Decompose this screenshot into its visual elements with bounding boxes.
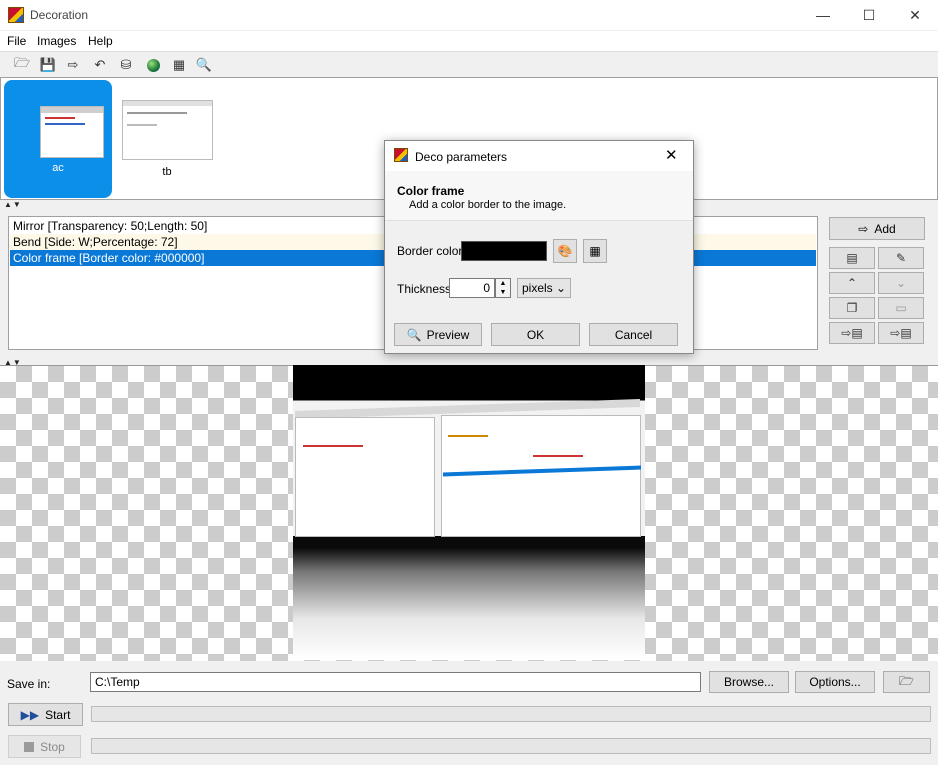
- thumbnail-label: tb: [162, 166, 172, 178]
- trash-icon: ▭: [895, 301, 907, 315]
- dialog-description: Add a color border to the image.: [409, 199, 567, 211]
- globe-icon[interactable]: [142, 55, 164, 75]
- close-button[interactable]: ✕: [892, 0, 938, 30]
- export-icon[interactable]: ⇨: [62, 55, 84, 75]
- zoom-icon[interactable]: 🔍: [193, 55, 215, 75]
- import-icon: ⇨▤: [841, 326, 863, 340]
- minimize-button[interactable]: —: [800, 0, 846, 30]
- palette-icon: 🎨: [557, 244, 573, 258]
- dialog-close-button[interactable]: ✕: [665, 146, 678, 164]
- start-label: Start: [45, 707, 71, 722]
- thumbnail-image: [40, 106, 104, 158]
- undo-icon[interactable]: ↶: [89, 55, 111, 75]
- edit-list-button[interactable]: ▤: [829, 247, 875, 269]
- thickness-input[interactable]: 0: [449, 278, 495, 298]
- thumbnail-label: ac: [52, 162, 64, 174]
- window-title: Decoration: [30, 8, 89, 22]
- title-bar: Decoration — ☐ ✕: [0, 0, 938, 30]
- dialog-heading: Color frame: [397, 184, 465, 198]
- dialog-header: Color frame Add a color border to the im…: [385, 171, 693, 221]
- save-in-label: Save in:: [7, 677, 51, 691]
- preview-image: [293, 365, 645, 660]
- menu-help[interactable]: Help: [88, 34, 113, 48]
- stop-icon: [24, 741, 35, 752]
- border-color-label: Border color: [397, 244, 463, 258]
- chevron-up-icon: ⌃: [846, 276, 858, 290]
- chevron-down-icon: ⌄: [555, 281, 566, 295]
- grid-icon[interactable]: ▦: [168, 55, 190, 75]
- export-list-icon: ⇨▤: [890, 326, 912, 340]
- start-progress-bar: [91, 706, 931, 722]
- open-folder-button[interactable]: 🗁: [883, 671, 930, 693]
- menu-file[interactable]: File: [7, 34, 26, 48]
- add-button[interactable]: ⇨ Add: [829, 217, 925, 240]
- move-up-button[interactable]: ⌃: [829, 272, 875, 294]
- dialog-title-bar: Deco parameters ✕: [385, 141, 693, 171]
- dialog-title: Deco parameters: [415, 150, 508, 164]
- app-icon: [8, 7, 24, 23]
- add-icon: ⇨: [858, 221, 869, 236]
- ok-button[interactable]: OK: [491, 323, 580, 346]
- thickness-label: Thickness: [397, 282, 452, 296]
- thumbnail-ac[interactable]: ac: [4, 80, 112, 198]
- import-button[interactable]: ⇨▤: [829, 322, 875, 344]
- calculator-icon: ▦: [589, 244, 601, 258]
- magnifier-icon: 🔍: [406, 327, 422, 342]
- open-icon[interactable]: 🗁: [11, 55, 33, 75]
- copy-icon: ❐: [846, 301, 858, 315]
- thumbnail-tb[interactable]: tb: [119, 80, 219, 198]
- delete-button[interactable]: ▭: [878, 297, 924, 319]
- preview-label: Preview: [426, 327, 470, 342]
- save-icon[interactable]: 💾: [37, 55, 59, 75]
- folder-icon: 🗁: [899, 673, 914, 688]
- add-label: Add: [874, 221, 896, 236]
- stop-label: Stop: [40, 739, 65, 754]
- palette-button[interactable]: 🎨: [553, 239, 577, 263]
- play-icon: ▶▶: [20, 707, 40, 722]
- save-path-input[interactable]: C:\Temp: [90, 672, 701, 692]
- copy-button[interactable]: ❐: [829, 297, 875, 319]
- move-down-button[interactable]: ⌄: [878, 272, 924, 294]
- chevron-down-icon: ⌄: [895, 276, 907, 290]
- browse-button[interactable]: Browse...: [709, 671, 789, 693]
- unit-select[interactable]: pixels ⌄: [517, 278, 571, 298]
- menu-bar: File Images Help: [0, 31, 938, 51]
- cancel-button[interactable]: Cancel: [589, 323, 678, 346]
- border-color-swatch[interactable]: [461, 241, 547, 261]
- menu-images[interactable]: Images: [37, 34, 76, 48]
- list-edit-icon: ▤: [846, 251, 858, 265]
- splitter-handle[interactable]: ▲▼: [4, 200, 22, 209]
- stop-progress-bar: [91, 738, 931, 754]
- stop-button[interactable]: Stop: [8, 735, 81, 758]
- app-icon: [394, 148, 408, 162]
- toolbar: 🗁 💾 ⇨ ↶ ⛁ ▦ 🔍: [0, 51, 938, 77]
- thickness-stepper[interactable]: ▲ ▼: [495, 278, 511, 298]
- database-icon[interactable]: ⛁: [115, 55, 137, 75]
- start-button[interactable]: ▶▶ Start: [8, 703, 83, 726]
- edit-button[interactable]: ✎: [878, 247, 924, 269]
- preview-button[interactable]: 🔍 Preview: [394, 323, 482, 346]
- unit-value: pixels: [522, 281, 553, 295]
- thumbnail-image: [122, 100, 213, 160]
- color-picker-button[interactable]: ▦: [583, 239, 607, 263]
- maximize-button[interactable]: ☐: [846, 0, 892, 30]
- export-list-button[interactable]: ⇨▤: [878, 322, 924, 344]
- options-button[interactable]: Options...: [795, 671, 875, 693]
- pencil-icon: ✎: [895, 251, 907, 265]
- deco-parameters-dialog: Deco parameters ✕ Color frame Add a colo…: [384, 140, 694, 354]
